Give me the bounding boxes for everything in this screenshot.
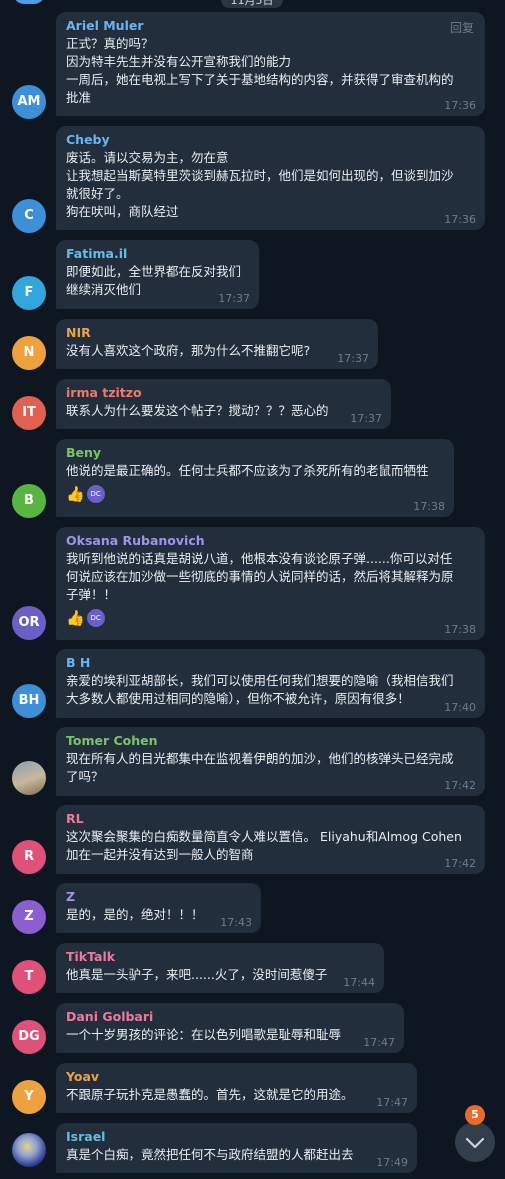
message-line: 没有人喜欢这个政府，那为什么不推翻它呢? <box>66 343 311 358</box>
avatar[interactable]: R <box>12 840 46 874</box>
avatar[interactable]: B <box>12 484 46 518</box>
message-bubble[interactable]: Cheby 废话。请以交易为主，勿在意 让我想起当斯莫特里茨谈到赫瓦拉时，他们是… <box>56 126 485 230</box>
avatar[interactable]: DG <box>12 1020 46 1054</box>
avatar[interactable]: F <box>12 276 46 310</box>
sender-name[interactable]: Oksana Rubanovich <box>66 532 475 550</box>
message-time: 17:37 <box>337 352 369 365</box>
message-time: 17:36 <box>444 213 476 226</box>
message-line: 不跟原子玩扑克是愚蠢的。首先，这就是它的用途。 <box>66 1087 354 1102</box>
message-line: 他说的是最正确的。任何士兵都不应该为了杀死所有的老鼠而牺牲 <box>66 463 429 478</box>
scroll-to-bottom-button[interactable] <box>455 1122 495 1162</box>
message-line: 因为特丰先生并没有公开宣称我们的能力 <box>66 54 292 69</box>
message-time: 17:40 <box>444 701 476 714</box>
message-time: 17:49 <box>376 1156 408 1169</box>
reactor-avatar[interactable]: DC <box>86 485 105 503</box>
message-line: 废话。请以交易为主，勿在意 <box>66 150 229 165</box>
reactor-avatar[interactable]: DC <box>86 609 105 627</box>
message-line: 即便如此，全世界都在反对我们 <box>66 264 242 279</box>
sender-name[interactable]: Israel <box>66 1128 407 1146</box>
message-line: 让我想起当斯莫特里茨谈到赫瓦拉时，他们是如何出现的，但谈到加沙 <box>66 168 454 183</box>
message-time: 17:42 <box>444 857 476 870</box>
message-line: 正式？真的吗？ <box>66 36 154 51</box>
message-time: 17:47 <box>363 1036 395 1049</box>
avatar[interactable]: N <box>12 336 46 370</box>
sender-name[interactable]: RL <box>66 810 475 828</box>
message-bubble[interactable]: TikTalk 他真是一头驴子，来吧......火了，没时间惹傻子 17:44 <box>56 943 384 993</box>
message-line: 一周后，她在电视上写下了关于基地结构的内容，并获得了审查机构的 <box>66 72 454 87</box>
avatar[interactable]: AM <box>12 85 46 119</box>
message-line: 他真是一头驴子，来吧......火了，没时间惹傻子 <box>66 967 328 982</box>
message-line: 一个十岁男孩的评论：在以色列唱歌是耻辱和耻辱 <box>66 1027 342 1042</box>
chevron-down-icon <box>465 1137 485 1149</box>
reply-button[interactable]: 回复 <box>450 19 474 36</box>
message-bubble[interactable]: NIR 没有人喜欢这个政府，那为什么不推翻它呢? 17:37 <box>56 319 378 369</box>
message-time: 17:43 <box>220 916 252 929</box>
message-line: 大多数人都使用过相同的隐喻），但你不被允许，原因有很多！ <box>66 691 410 706</box>
reactions-row: 👍 DC <box>66 608 475 628</box>
message-line: 狗在吠叫，商队经过 <box>66 204 179 219</box>
avatar[interactable]: T <box>12 960 46 994</box>
sender-name[interactable]: NIR <box>66 324 368 342</box>
message-time: 17:44 <box>343 976 375 989</box>
thumbs-up-icon[interactable]: 👍 <box>66 608 85 628</box>
message-bubble[interactable]: Israel 真是个白痴，竟然把任何不与政府结盟的人都赶出去 17:49 <box>56 1123 417 1173</box>
message-bubble[interactable]: Beny 他说的是最正确的。任何士兵都不应该为了杀死所有的老鼠而牺牲 👍 DC … <box>56 439 454 517</box>
avatar[interactable]: IT <box>12 396 46 430</box>
message-line: 子弹！！ <box>66 587 117 602</box>
sender-name[interactable]: Dani Golbari <box>66 1008 394 1026</box>
message-line: 这次聚会聚集的白痴数量简直令人难以置信。 Eliyahu和Almog Cohen <box>66 829 462 844</box>
message-line: 真是个白痴，竟然把任何不与政府结盟的人都赶出去 <box>66 1147 354 1162</box>
sender-name[interactable]: Fatima.il <box>66 245 249 263</box>
sender-name[interactable]: Yoav <box>66 1068 407 1086</box>
message-bubble[interactable]: B H 亲爱的埃利亚胡部长，我们可以使用任何我们想要的隐喻（我相信我们 大多数人… <box>56 649 485 718</box>
message-bubble[interactable]: Fatima.il 即便如此，全世界都在反对我们 继续消灭他们 17:37 <box>56 240 259 309</box>
message-time: 17:37 <box>218 292 250 305</box>
sender-name[interactable]: Ariel Muler <box>66 17 475 35</box>
message-time: 17:47 <box>376 1096 408 1109</box>
message-bubble[interactable]: RL 这次聚会聚集的白痴数量简直令人难以置信。 Eliyahu和Almog Co… <box>56 805 485 874</box>
avatar[interactable]: Y <box>12 1080 46 1114</box>
message-time: 17:38 <box>413 500 445 513</box>
sender-name[interactable]: Cheby <box>66 131 475 149</box>
message-time: 17:38 <box>444 623 476 636</box>
message-bubble[interactable]: Dani Golbari 一个十岁男孩的评论：在以色列唱歌是耻辱和耻辱 17:4… <box>56 1003 404 1053</box>
sender-name[interactable]: irma tzitzo <box>66 384 381 402</box>
avatar[interactable]: BH <box>12 684 46 718</box>
avatar[interactable] <box>12 1133 46 1167</box>
message-line: 加在一起并没有达到一般人的智商 <box>66 847 254 862</box>
avatar[interactable] <box>13 0 45 4</box>
message-bubble[interactable]: Yoav 不跟原子玩扑克是愚蠢的。首先，这就是它的用途。 17:47 <box>56 1063 417 1113</box>
message-bubble[interactable]: Oksana Rubanovich 我听到他说的话真是胡说八道，他根本没有谈论原… <box>56 527 485 640</box>
avatar[interactable]: C <box>12 199 46 233</box>
sender-name[interactable]: Tomer Cohen <box>66 732 475 750</box>
message-bubble[interactable]: Ariel Muler 正式？真的吗？ 因为特丰先生并没有公开宣称我们的能力 一… <box>56 12 485 116</box>
avatar[interactable]: Z <box>12 900 46 934</box>
message-line: 就很好了。 <box>66 186 129 201</box>
message-line: 了吗？ <box>66 769 104 784</box>
message-line: 批准 <box>66 90 92 105</box>
message-line: 我听到他说的话真是胡说八道，他根本没有谈论原子弹......你可以对任 <box>66 551 453 566</box>
message-bubble[interactable]: Tomer Cohen 现在所有人的目光都集中在监视着伊朗的加沙，他们的核弹头已… <box>56 727 485 796</box>
unread-count-badge: 5 <box>465 1105 485 1125</box>
reactions-row: 👍 DC <box>66 484 444 504</box>
message-bubble[interactable]: Z 是的，是的，绝对！！！ 17:43 <box>56 883 261 933</box>
avatar[interactable]: OR <box>12 606 46 640</box>
sender-name[interactable]: TikTalk <box>66 948 374 966</box>
thumbs-up-icon[interactable]: 👍 <box>66 484 85 504</box>
avatar[interactable] <box>12 761 46 795</box>
message-time: 17:36 <box>444 99 476 112</box>
message-time: 17:42 <box>444 779 476 792</box>
message-line: 何说应该在加沙做一些彻底的事情的人说同样的话，然后将其解释为原 <box>66 569 454 584</box>
sender-name[interactable]: B H <box>66 654 475 672</box>
message-bubble[interactable]: irma tzitzo 联系人为什么要发这个帖子？搅动？？？恶心的 17:37 <box>56 379 391 429</box>
sender-name[interactable]: Z <box>66 888 251 906</box>
sender-name[interactable]: Beny <box>66 444 444 462</box>
message-line: 亲爱的埃利亚胡部长，我们可以使用任何我们想要的隐喻（我相信我们 <box>66 673 454 688</box>
date-separator: 11月5日 <box>221 0 283 8</box>
message-line: 现在所有人的目光都集中在监视着伊朗的加沙，他们的核弹头已经完成 <box>66 751 454 766</box>
message-line: 联系人为什么要发这个帖子？搅动？？？恶心的 <box>66 403 329 418</box>
message-time: 17:37 <box>350 412 382 425</box>
